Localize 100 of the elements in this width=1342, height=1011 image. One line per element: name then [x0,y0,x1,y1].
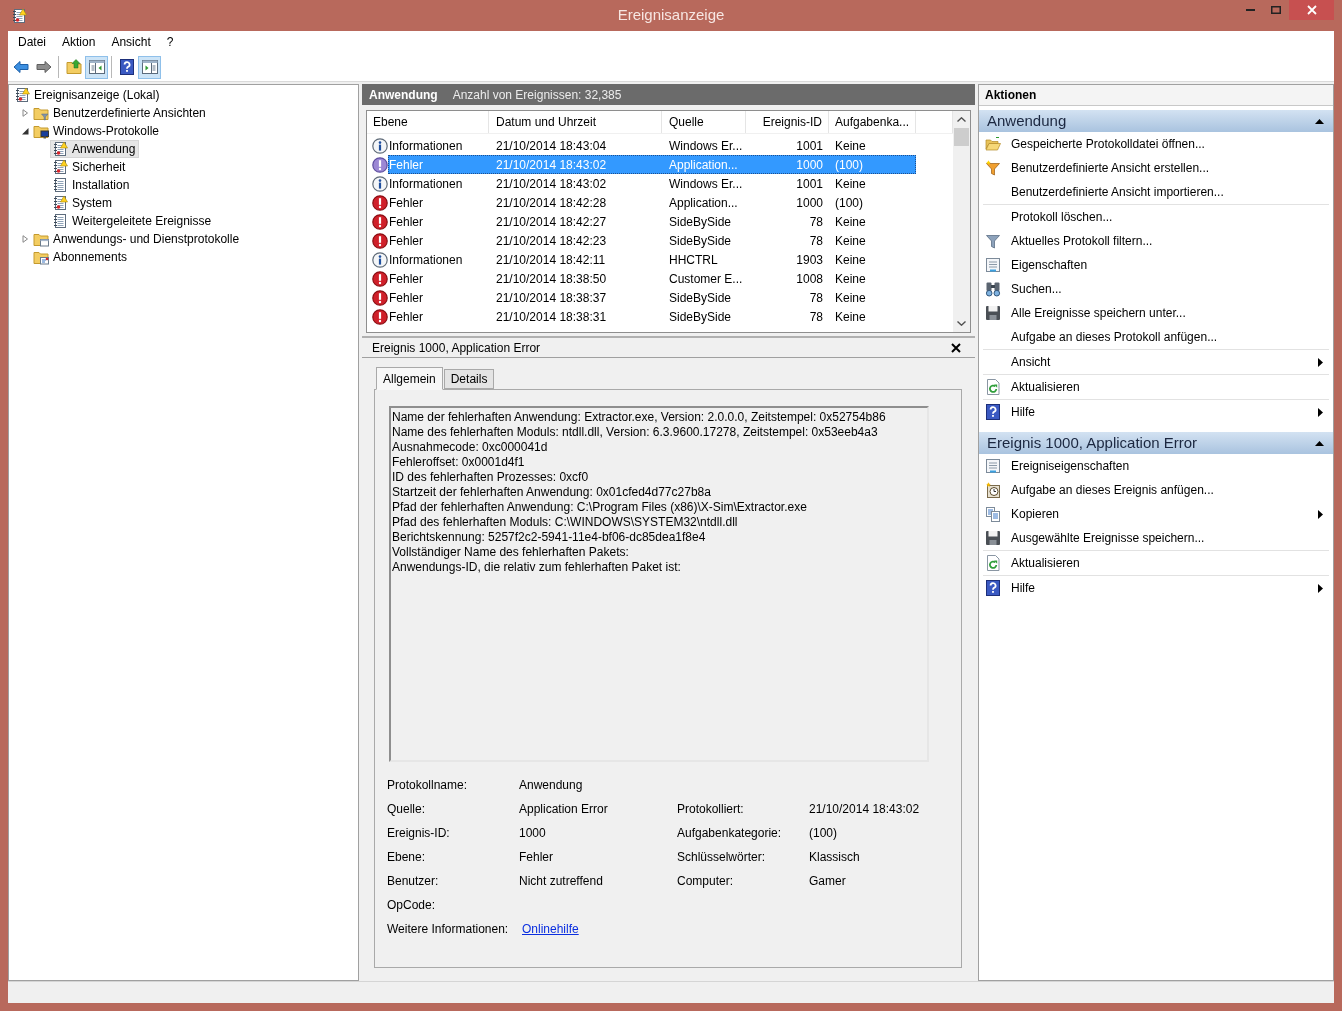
tree-item[interactable]: Windows-Protokolle [31,122,164,140]
column-header[interactable]: Ebene [367,111,489,133]
pane-title: Aktionen [985,87,1037,104]
action-item[interactable]: Hilfe [979,576,1333,600]
action-item[interactable]: Alle Ereignisse speichern unter... [979,301,1333,325]
table-cell-text: (100) [834,156,864,174]
description-line: Anwendungs-ID, die relativ zum fehlerhaften Paket ist: [392,560,682,575]
folder-window-icon [33,231,49,247]
field-label: Computer: [677,873,734,890]
folder-filter-icon [33,105,49,121]
toolbar-button[interactable] [85,55,108,79]
column-header[interactable]: Datum und Uhrzeit [489,111,662,133]
menu-item[interactable]: ? [158,31,182,53]
tree-item[interactable]: Anwendung [50,140,140,158]
action-item[interactable]: Gespeicherte Protokolldatei öffnen... [979,132,1333,156]
description-field[interactable] [389,406,929,762]
back-arrow-icon [12,59,29,75]
scroll-thumb[interactable] [954,128,969,146]
field-label: Benutzer: [387,873,439,890]
field-label: Weitere Informationen: [387,921,509,938]
action-item[interactable]: Benutzerdefinierte Ansicht erstellen... [979,156,1333,180]
table-cell-text: HHCTRL [668,251,719,269]
field-value: 1000 [519,825,546,842]
description-line: Name des fehlerhaften Moduls: ntdll.dll, Version: 6.3.9600.17278, Zeitstempel: 0x53eeb4a3 [392,425,879,440]
toolbar-button[interactable] [138,55,161,79]
section-header[interactable]: Ereignis 1000, Application Error [979,432,1333,454]
action-item[interactable]: Benutzerdefinierte Ansicht importieren... [979,180,1333,204]
table-cell-text: Keine [834,308,867,326]
action-item[interactable]: Hilfe [979,400,1333,424]
log-warning-icon [11,7,27,24]
field-value: Anwendung [519,777,583,794]
tree-item[interactable]: Ereignisanzeige (Lokal) [12,86,164,104]
tab[interactable]: Details [443,369,495,389]
table-row[interactable]: Fehler 21/10/2014 18:38:31 SideBySide 78 Keine [388,307,916,326]
close-button[interactable] [950,342,961,353]
menu-item[interactable]: Aktion [54,31,104,53]
table-cell-text: Informationen [388,251,464,269]
expander-icon[interactable] [21,127,29,135]
collapse-triangle-icon[interactable] [1315,440,1324,446]
table-cell-text: SideBySide [668,308,733,326]
action-item[interactable]: Kopieren [979,502,1333,526]
action-item[interactable]: Ereigniseigenschaften [979,454,1333,478]
table-cell-text: Application... [668,156,739,174]
collapse-triangle-icon[interactable] [1315,118,1324,124]
action-item[interactable]: Aktualisieren [979,551,1333,575]
table-row[interactable]: Informationen 21/10/2014 18:43:04 Windows Er... 1001 Keine [388,136,916,155]
table-cell-text: 21/10/2014 18:43:02 [495,156,608,174]
tab[interactable]: Allgemein [376,367,443,390]
table-row[interactable]: Fehler 21/10/2014 18:38:37 SideBySide 78 Keine [388,288,916,307]
table-cell-text: Keine [834,270,867,288]
action-item[interactable]: Ansicht [979,350,1333,374]
table-cell-text: Fehler [388,232,424,250]
table-row[interactable]: Fehler 21/10/2014 18:38:50 Customer E... 1008 Keine [388,269,916,288]
table-row[interactable]: Fehler 21/10/2014 18:42:23 SideBySide 78 Keine [388,231,916,250]
action-item[interactable]: Aktuelles Protokoll filtern... [979,229,1333,253]
tree-item[interactable]: Benutzerdefinierte Ansichten [31,104,210,122]
table-cell-text: Keine [834,175,867,193]
tree-item[interactable]: Abonnements [31,248,132,266]
table-cell-text: Informationen [388,175,464,193]
description-line: Ausnahmecode: 0xc000041d [392,440,549,455]
error-icon [372,156,388,173]
tree-item[interactable]: Weitergeleitete Ereignisse [50,212,216,230]
description-line: Fehleroffset: 0x0001d4f1 [392,455,526,470]
help-link[interactable]: Onlinehilfe [522,920,579,938]
field-value: (100) [809,825,837,842]
tree-item[interactable]: Anwendungs- und Dienstprotokolle [31,230,244,248]
event-count: Anzahl von Ereignissen: 32,385 [452,86,622,104]
help-icon [985,404,1001,420]
table-row[interactable]: Fehler 21/10/2014 18:42:28 Application... 1000 (100) [388,193,916,212]
action-item[interactable]: Aktualisieren [979,375,1333,399]
action-item[interactable]: Suchen... [979,277,1333,301]
section-header[interactable]: Anwendung [979,110,1333,132]
action-item[interactable]: Aufgabe an dieses Ereignis anfügen... [979,478,1333,502]
table-row[interactable]: Fehler 21/10/2014 18:42:27 SideBySide 78 Keine [388,212,916,231]
folder-card-icon [33,249,49,265]
action-item[interactable]: Ausgewählte Ereignisse speichern... [979,526,1333,550]
action-item[interactable]: Protokoll löschen... [979,205,1333,229]
table-cell-text: 21/10/2014 18:38:50 [495,270,608,288]
table-row[interactable]: Informationen 21/10/2014 18:43:02 Windows Er... 1001 Keine [388,174,916,193]
menu-item[interactable]: Datei [10,31,54,53]
table-row[interactable]: Informationen 21/10/2014 18:42:11 HHCTRL 1903 Keine [388,250,916,269]
vertical-scrollbar[interactable] [953,111,970,332]
menu-item[interactable]: Ansicht [103,31,159,53]
table-cell-text: 1000 [795,194,824,212]
column-header[interactable]: Aufgabenka... [829,111,916,133]
tree-item[interactable]: System [50,194,116,212]
table-cell-text: 21/10/2014 18:42:27 [495,213,608,231]
action-item[interactable]: Aufgabe an dieses Protokoll anfügen... [979,325,1333,349]
table-cell-text: Keine [834,137,867,155]
table-cell-text: 21/10/2014 18:42:28 [495,194,608,212]
column-header[interactable]: Ereignis-ID [746,111,829,133]
tree-item[interactable]: Installation [50,176,134,194]
column-header[interactable]: Quelle [662,111,746,133]
forward-arrow-icon [35,59,52,75]
action-item[interactable]: Eigenschaften [979,253,1333,277]
field-value: Application Error [519,801,608,818]
minimize-icon [1245,9,1255,11]
table-cell-text: 78 [808,289,824,307]
table-cell-text: Application... [668,194,739,212]
tree-item[interactable]: Sicherheit [50,158,130,176]
